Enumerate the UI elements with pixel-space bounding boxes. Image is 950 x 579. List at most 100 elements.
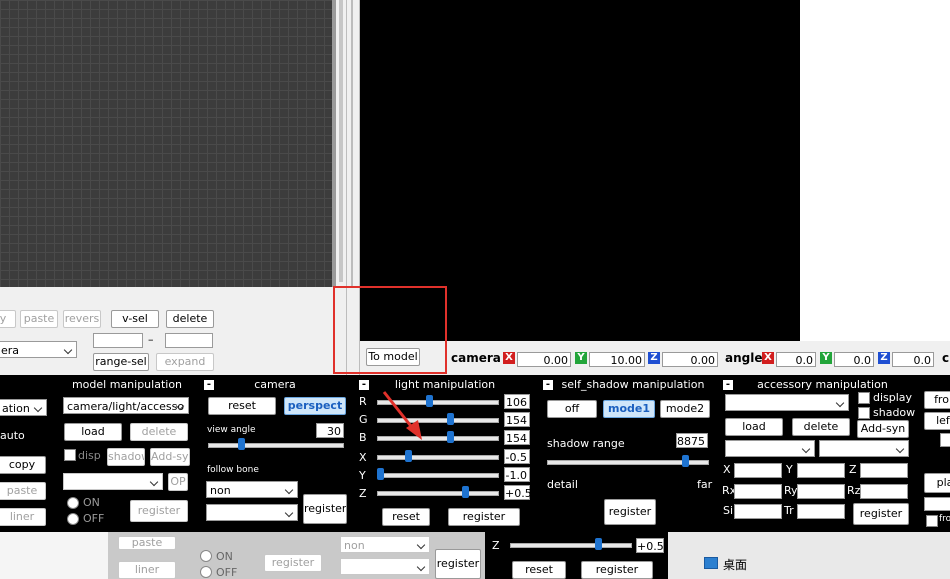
model-shadow-button[interactable]: shadow xyxy=(107,448,145,466)
desktop-icon[interactable] xyxy=(704,557,718,569)
light-z-track[interactable] xyxy=(377,491,499,496)
light-z-thumb[interactable] xyxy=(462,486,469,498)
camera-x-field[interactable]: 0.00 xyxy=(517,352,571,367)
shadow-mode2-button[interactable]: mode2 xyxy=(660,400,710,418)
shadow-off-button[interactable]: off xyxy=(547,400,597,418)
shadow-range-field[interactable]: 8875 xyxy=(676,433,708,448)
light-reset-button[interactable]: reset xyxy=(382,508,430,526)
copy-frame-button[interactable]: copy xyxy=(0,456,46,474)
view-angle-field[interactable]: 30 xyxy=(316,423,344,438)
acc-si-field[interactable] xyxy=(734,504,782,519)
acc-z-field[interactable] xyxy=(860,463,908,478)
light-g-field[interactable]: 154 xyxy=(504,412,530,427)
bg-paste-button: paste xyxy=(118,536,176,550)
follow-model-select[interactable]: non xyxy=(206,481,298,498)
mode-panel: ation auto copy paste liner xyxy=(0,377,55,530)
display-checkbox[interactable] xyxy=(858,392,870,404)
expand-button[interactable]: expand xyxy=(156,353,214,371)
play-range-field[interactable] xyxy=(924,497,950,511)
model-select[interactable]: camera/light/accesso xyxy=(63,397,189,414)
range-start-field[interactable] xyxy=(93,333,143,348)
camera-reset-button[interactable]: reset xyxy=(208,397,276,415)
disp-checkbox[interactable] xyxy=(64,449,76,461)
from-checkbox[interactable] xyxy=(926,515,938,527)
model-register-button[interactable]: register xyxy=(130,500,188,522)
acc-z-label: Z xyxy=(849,463,857,476)
off-radio[interactable] xyxy=(67,513,79,525)
accessory-bone-select[interactable] xyxy=(819,440,909,457)
view-extra-button[interactable] xyxy=(940,433,950,447)
accessory-load-button[interactable]: load xyxy=(725,418,783,436)
view-panel: fron left pla fro xyxy=(918,377,950,530)
camera-y-field[interactable]: 10.00 xyxy=(589,352,645,367)
camera-register-button[interactable]: register xyxy=(303,494,347,524)
paste-button[interactable]: paste xyxy=(20,310,58,328)
accessory-addsyn-button[interactable]: Add-syn xyxy=(857,420,909,438)
accessory-model-select[interactable] xyxy=(725,440,815,457)
accessory-delete-button[interactable]: delete xyxy=(792,418,850,436)
mode-select[interactable]: ation xyxy=(0,399,47,416)
bg-liner-button: liner xyxy=(118,561,176,579)
perspect-button[interactable]: perspect xyxy=(284,397,346,415)
angle-z-field[interactable]: 0.0 xyxy=(892,352,934,367)
copy-button[interactable]: y xyxy=(0,310,16,328)
bg-on-radio xyxy=(200,550,212,562)
light-y-label: Y xyxy=(359,469,366,482)
follow-bone-select[interactable] xyxy=(206,504,298,521)
model-addsyn-button[interactable]: Add-syn xyxy=(150,448,190,466)
desktop-label[interactable]: 桌面 xyxy=(723,556,747,573)
timeline-scroll-thumb[interactable] xyxy=(339,0,343,282)
bone-select[interactable] xyxy=(63,473,163,490)
shadow-range-thumb[interactable] xyxy=(682,455,689,467)
acc-x-field[interactable] xyxy=(734,463,782,478)
acc-y-field[interactable] xyxy=(797,463,845,478)
angle-y-field[interactable]: 0.0 xyxy=(834,352,874,367)
view-angle-slider-track[interactable] xyxy=(208,443,344,448)
model-delete-button[interactable]: delete xyxy=(130,423,188,441)
delete-button[interactable]: delete xyxy=(166,310,214,328)
light-x-field[interactable]: -0.5 xyxy=(504,449,530,464)
acc-rx-field[interactable] xyxy=(734,484,782,499)
light-r-field[interactable]: 106 xyxy=(504,394,530,409)
light-register-button[interactable]: register xyxy=(448,508,520,526)
accessory-register-button[interactable]: register xyxy=(853,503,909,525)
bg-register-button-3: register xyxy=(581,561,653,579)
play-button[interactable]: pla xyxy=(924,473,950,493)
light-b-field[interactable]: 154 xyxy=(504,430,530,445)
view-field[interactable] xyxy=(924,450,950,461)
camera-x-tag: X xyxy=(503,352,515,364)
on-radio[interactable] xyxy=(67,497,79,509)
v-sel-button[interactable]: v-sel xyxy=(111,310,159,328)
liner-button[interactable]: liner xyxy=(0,508,46,526)
reverse-button[interactable]: revers xyxy=(63,310,101,328)
accessory-select[interactable] xyxy=(725,394,849,411)
camera-select[interactable]: era xyxy=(0,341,77,358)
accessory-shadow-checkbox[interactable] xyxy=(858,407,870,419)
acc-x-label: X xyxy=(723,463,731,476)
shadow-mode1-button[interactable]: mode1 xyxy=(603,400,655,418)
light-y-thumb[interactable] xyxy=(377,468,384,480)
op-button[interactable]: OP xyxy=(168,473,188,491)
light-g-thumb[interactable] xyxy=(447,413,454,425)
range-sel-button[interactable]: range-sel xyxy=(93,353,149,371)
left-view-button[interactable]: left xyxy=(924,412,950,430)
front-view-button[interactable]: fron xyxy=(924,391,950,409)
view-angle-slider-thumb[interactable] xyxy=(238,438,245,450)
angle-x-tag: X xyxy=(762,352,774,364)
angle-x-field[interactable]: 0.0 xyxy=(776,352,816,367)
model-load-button[interactable]: load xyxy=(64,423,122,441)
light-y-field[interactable]: -1.0 xyxy=(504,467,530,482)
acc-ry-field[interactable] xyxy=(797,484,845,499)
light-b-thumb[interactable] xyxy=(447,431,454,443)
acc-tr-field[interactable] xyxy=(797,504,845,519)
camera-z-field[interactable]: 0.00 xyxy=(662,352,718,367)
acc-y-label: Y xyxy=(786,463,793,476)
shadow-register-button[interactable]: register xyxy=(604,499,656,525)
timeline-grid[interactable] xyxy=(0,0,332,287)
shadow-range-label: shadow range xyxy=(547,437,625,450)
paste-frame-button[interactable]: paste xyxy=(0,482,46,500)
light-z-field[interactable]: +0.5 xyxy=(504,485,532,500)
light-y-track[interactable] xyxy=(377,473,499,478)
range-end-field[interactable] xyxy=(165,333,213,348)
acc-rz-field[interactable] xyxy=(860,484,908,499)
